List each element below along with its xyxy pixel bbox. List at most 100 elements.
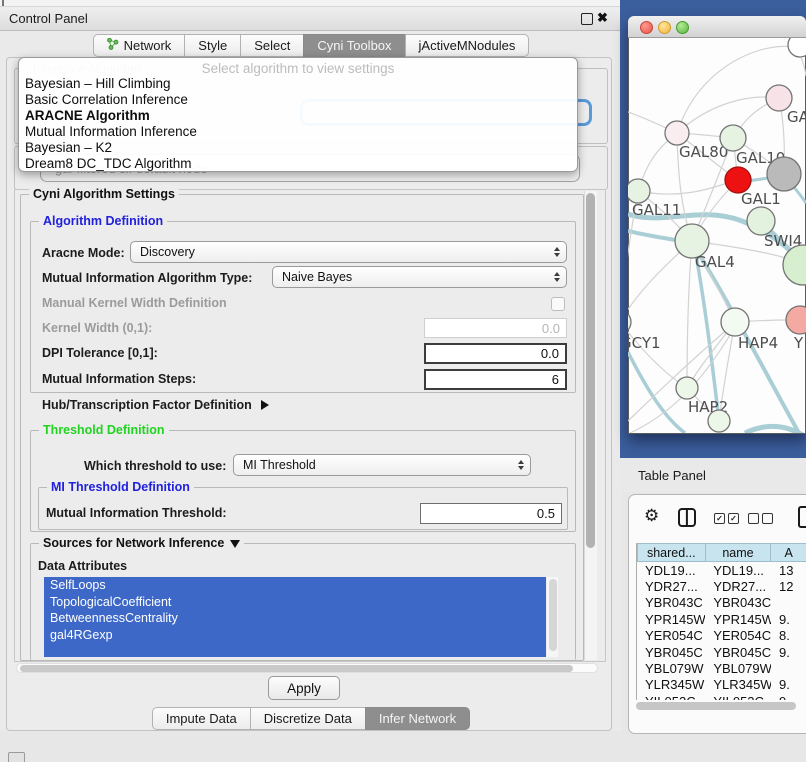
node-label: GCY1 (628, 334, 661, 352)
table-row[interactable]: YDL19...YDL19...13 (637, 562, 806, 578)
table-cell: 9. (771, 677, 806, 692)
tab-select[interactable]: Select (240, 34, 304, 57)
network-node-y[interactable] (786, 306, 806, 334)
sources-title[interactable]: Sources for Network Inference (39, 536, 244, 550)
data-attributes-list[interactable]: SelfLoopsTopologicalCoefficientBetweenne… (44, 577, 546, 657)
hub-definition-expander[interactable]: Hub/Transcription Factor Definition (42, 398, 269, 412)
aracne-mode-label: Aracne Mode: (42, 246, 125, 260)
sources-title-text: Sources for Network Inference (43, 536, 224, 550)
which-threshold-label: Which threshold to use: (84, 459, 226, 473)
dpi-tolerance-field[interactable]: 0.0 (424, 343, 567, 364)
column-header-shared-[interactable]: shared... (637, 543, 706, 562)
mi-steps-field[interactable]: 6 (424, 369, 567, 390)
table-cell: YDL19... (705, 563, 771, 578)
column-header-name[interactable]: name (706, 543, 772, 562)
tab-style[interactable]: Style (184, 34, 241, 57)
table-header-row: shared...nameA (637, 543, 806, 562)
tab-cyni-toolbox[interactable]: Cyni Toolbox (303, 34, 405, 57)
dropdown-item-bayesian-hill-climbing[interactable]: Bayesian – Hill Climbing (23, 76, 577, 92)
tab-discretize-data[interactable]: Discretize Data (250, 707, 366, 730)
table-row[interactable]: YDR27...YDR27...12 (637, 578, 806, 594)
network-node-gal10[interactable] (720, 125, 746, 151)
which-threshold-combo[interactable]: MI Threshold (233, 454, 531, 476)
table-cell: YDR27... (637, 579, 705, 594)
dropdown-item-mutual-information-inference[interactable]: Mutual Information Inference (23, 124, 577, 140)
table-row[interactable]: YPR145WYPR145W9. (637, 611, 806, 627)
attribute-item-topologicalcoefficient[interactable]: TopologicalCoefficient (44, 594, 546, 611)
settings-vertical-scrollbar-thumb[interactable] (586, 193, 595, 548)
zoom-traffic-light-icon[interactable] (676, 21, 689, 34)
table-row[interactable]: YBR043CYBR043C (637, 595, 806, 611)
attribute-item-gal4rgexp[interactable]: gal4RGexp (44, 627, 546, 644)
table-row[interactable]: YLR345WYLR345W9. (637, 677, 806, 693)
kernel-width-field[interactable]: 0.0 (424, 318, 567, 338)
table-cell: YDR27... (705, 579, 771, 594)
mi-threshold-field[interactable]: 0.5 (420, 503, 562, 524)
window-corner-icon[interactable] (8, 752, 25, 762)
attributes-scrollbar-thumb[interactable] (549, 579, 557, 651)
dropdown-items: Bayesian – Hill ClimbingBasic Correlatio… (19, 76, 577, 172)
network-node[interactable] (788, 38, 806, 57)
select-all-checkboxes-icon[interactable]: ✓ ✓ (714, 513, 739, 524)
tab-infer-network[interactable]: Infer Network (365, 707, 470, 730)
kernel-width-value: 0.0 (542, 321, 560, 336)
table-row[interactable]: YBR045CYBR045C9. (637, 644, 806, 660)
split-columns-icon[interactable] (678, 508, 696, 527)
network-node[interactable] (783, 245, 806, 285)
mi-steps-label: Mutual Information Steps: (42, 372, 196, 386)
aracne-mode-combo[interactable]: Discovery (130, 241, 567, 263)
minimize-traffic-light-icon[interactable] (658, 21, 671, 34)
table-cell: YIL052C (705, 694, 771, 700)
network-node-gcy1[interactable] (628, 310, 631, 334)
network-node[interactable] (767, 157, 801, 191)
close-icon[interactable]: ✖ (597, 10, 608, 26)
hub-definition-label: Hub/Transcription Factor Definition (42, 398, 252, 412)
network-window-titlebar[interactable] (628, 16, 806, 38)
mi-type-label: Mutual Information Algorithm Type: (42, 271, 252, 285)
cyni-bottom-tabs: Impute DataDiscretize DataInfer Network (0, 707, 622, 730)
table-cell: YLR345W (705, 677, 771, 692)
network-node-gal80[interactable] (665, 121, 689, 145)
gear-icon[interactable]: ⚙ (644, 506, 659, 526)
network-node-gal11[interactable] (628, 179, 650, 203)
float-window-icon[interactable] (581, 13, 593, 25)
table-function-icon[interactable] (798, 506, 806, 528)
clear-checkboxes-icon[interactable] (748, 513, 773, 524)
attribute-item-betweennesscentrality[interactable]: BetweennessCentrality (44, 610, 546, 627)
settings-horizontal-scrollbar-thumb[interactable] (20, 665, 573, 672)
network-node-swi4[interactable] (747, 207, 775, 235)
dropdown-item-dream8-dc-tdc-algorithm[interactable]: Dream8 DC_TDC Algorithm (23, 156, 577, 172)
tab-network[interactable]: Network (93, 34, 186, 57)
network-node-hap4[interactable] (721, 308, 749, 336)
table-row[interactable]: YBL079WYBL079W (637, 660, 806, 676)
network-canvas[interactable]: GALGAL80GAL10GAL1GAL11SWI4GAL4GCY1HAP4YH… (628, 38, 806, 433)
dropdown-item-bayesian-k2[interactable]: Bayesian – K2 (23, 140, 577, 156)
dropdown-item-aracne-algorithm[interactable]: ARACNE Algorithm (23, 108, 577, 124)
network-node[interactable] (708, 410, 730, 432)
table-row[interactable]: YIL052CYIL052C9 (637, 693, 806, 700)
control-panel-tabs: NetworkStyleSelectCyni ToolboxjActiveMNo… (0, 34, 622, 57)
table-cell: YBR043C (705, 595, 771, 610)
network-node-hap2[interactable] (676, 377, 698, 399)
algorithm-definition-title: Algorithm Definition (39, 214, 167, 228)
node-label: GAL4 (695, 253, 735, 271)
node-label: Y (793, 334, 804, 352)
expanded-arrow-icon (230, 540, 240, 548)
mi-type-combo[interactable]: Naive Bayes (272, 266, 567, 288)
table-horizontal-scrollbar-thumb[interactable] (636, 702, 796, 710)
column-header-a[interactable]: A (771, 543, 806, 562)
collapsed-arrow-icon (261, 400, 269, 410)
attribute-item-selfloops[interactable]: SelfLoops (44, 577, 546, 594)
manual-kernel-checkbox[interactable] (551, 297, 565, 311)
tab-impute-data[interactable]: Impute Data (152, 707, 251, 730)
kernel-width-label: Kernel Width (0,1): (42, 321, 152, 335)
tab-jactivemnodules[interactable]: jActiveMNodules (405, 34, 530, 57)
apply-button[interactable]: Apply (268, 676, 340, 700)
dropdown-item-basic-correlation-inference[interactable]: Basic Correlation Inference (23, 92, 577, 108)
stepper-icon (554, 272, 560, 282)
close-traffic-light-icon[interactable] (640, 21, 653, 34)
table-cell: YBR043C (637, 595, 705, 610)
table-row[interactable]: YER054CYER054C8. (637, 628, 806, 644)
algorithm-dropdown-list: Select algorithm to view settings Bayesi… (18, 57, 578, 172)
which-threshold-value: MI Threshold (243, 458, 316, 472)
